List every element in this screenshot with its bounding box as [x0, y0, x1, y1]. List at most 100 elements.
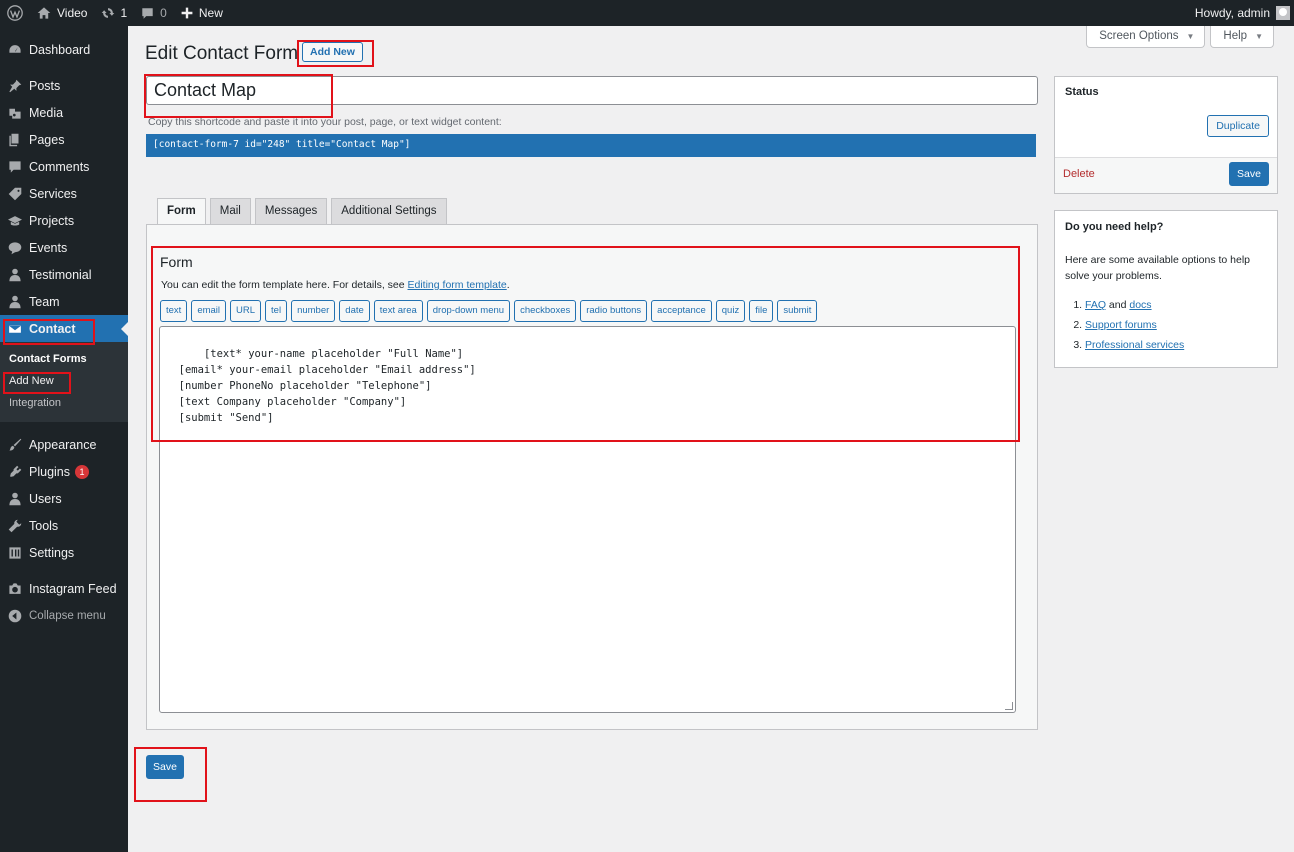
annotation-box: [3, 319, 95, 345]
docs-link[interactable]: docs: [1129, 299, 1151, 311]
comments-count: 0: [160, 6, 167, 20]
person-icon: [8, 268, 22, 282]
sidebar-item-label: Media: [29, 105, 64, 120]
sidebar-item-dashboard[interactable]: Dashboard: [0, 36, 128, 63]
sidebar-item-pages[interactable]: Pages: [0, 126, 128, 153]
wrench-icon: [8, 519, 22, 533]
collapse-menu-label: Collapse menu: [29, 609, 106, 622]
sidebar-item-projects[interactable]: Projects: [0, 207, 128, 234]
sidebar-item-label: Events: [29, 240, 68, 255]
updates-count: 1: [120, 6, 128, 20]
graduation-cap-icon: [8, 214, 22, 228]
sidebar-item-label: Users: [29, 491, 62, 506]
help-box-intro: Here are some available options to help …: [1065, 254, 1251, 282]
sidebar-item-instagram-feed[interactable]: Instagram Feed: [0, 575, 128, 602]
status-box-footer: Delete Save: [1055, 157, 1277, 193]
sidebar-item-label: Projects: [29, 213, 75, 228]
sidebar-item-label: Pages: [29, 132, 65, 147]
sidebar-item-label: Testimonial: [29, 267, 92, 282]
help-box: Do you need help? Here are some availabl…: [1054, 210, 1278, 368]
help-button[interactable]: Help ▼: [1210, 26, 1274, 48]
sidebar-item-team[interactable]: Team: [0, 288, 128, 315]
duplicate-button[interactable]: Duplicate: [1207, 115, 1269, 137]
shortcode-field[interactable]: [contact-form-7 id="248" title="Contact …: [146, 134, 1036, 157]
sidebar-item-settings[interactable]: Settings: [0, 539, 128, 566]
sidebar-item-posts[interactable]: Posts: [0, 72, 128, 99]
help-option-professional: Professional services: [1085, 335, 1267, 355]
site-name-link[interactable]: Video: [30, 0, 94, 26]
page-title: Edit Contact Form: [145, 43, 299, 64]
comments-link[interactable]: 0: [134, 0, 174, 26]
help-option-faq: FAQ and docs: [1085, 295, 1267, 315]
and-text: and: [1106, 299, 1130, 311]
collapse-arrow-icon: [8, 609, 22, 623]
status-box: Status Duplicate Delete Save: [1054, 76, 1278, 194]
sidebar-item-label: Services: [29, 186, 77, 201]
sidebar-item-label: Dashboard: [29, 42, 91, 57]
wordpress-logo-icon[interactable]: [0, 0, 30, 26]
resize-handle-icon[interactable]: [1005, 702, 1013, 710]
tab-mail[interactable]: Mail: [209, 198, 251, 224]
faq-link[interactable]: FAQ: [1085, 299, 1106, 311]
save-side-button[interactable]: Save: [1229, 162, 1269, 186]
sidebar-item-label: Plugins: [29, 464, 70, 479]
sidebar-item-label: Tools: [29, 518, 59, 533]
screen-options-button[interactable]: Screen Options ▼: [1086, 26, 1206, 48]
new-label: New: [198, 6, 223, 20]
sidebar-item-users[interactable]: Users: [0, 485, 128, 512]
annotation-box: [151, 246, 1020, 442]
sidebar-item-services[interactable]: Services: [0, 180, 128, 207]
status-box-title: Status: [1065, 86, 1099, 98]
tab-additional-settings[interactable]: Additional Settings: [331, 198, 447, 224]
sidebar-item-plugins[interactable]: Plugins 1: [0, 458, 128, 485]
caret-down-icon: ▼: [1255, 31, 1263, 41]
submenu-contact-forms[interactable]: Contact Forms: [0, 348, 128, 370]
support-forums-link[interactable]: Support forums: [1085, 319, 1157, 331]
annotation-box: [134, 747, 207, 802]
help-option-support: Support forums: [1085, 315, 1267, 335]
updates-link[interactable]: 1: [94, 0, 134, 26]
screen-meta-links: Screen Options ▼ Help ▼: [1086, 26, 1274, 48]
sidebar-item-label: Posts: [29, 78, 61, 93]
chat-icon: [8, 241, 22, 255]
delete-link[interactable]: Delete: [1063, 168, 1095, 180]
pages-icon: [8, 133, 22, 147]
professional-services-link[interactable]: Professional services: [1085, 339, 1184, 351]
admin-sidebar: Dashboard Posts Media Pages Comments Ser…: [0, 26, 128, 852]
brush-icon: [8, 438, 22, 452]
annotation-box: [297, 40, 374, 67]
dashboard-icon: [8, 43, 22, 57]
sidebar-item-label: Settings: [29, 545, 75, 560]
comment-icon: [8, 160, 22, 174]
comment-icon: [142, 7, 153, 19]
home-icon: [37, 7, 51, 19]
collapse-menu-button[interactable]: Collapse menu: [0, 602, 128, 629]
sidebar-item-label: Team: [29, 294, 60, 309]
sidebar-item-events[interactable]: Events: [0, 234, 128, 261]
admin-bar: Video 1 0 New Howdy, admin: [0, 0, 1294, 26]
tab-messages[interactable]: Messages: [254, 198, 328, 224]
screen-options-label: Screen Options: [1099, 30, 1179, 42]
annotation-box: [3, 372, 71, 394]
avatar: [1276, 6, 1290, 20]
submenu-integration[interactable]: Integration: [0, 392, 128, 414]
plus-icon: [181, 7, 193, 19]
account-menu[interactable]: Howdy, admin: [1188, 0, 1294, 26]
sidebar-item-tools[interactable]: Tools: [0, 512, 128, 539]
editor-tabs: Form Mail Messages Additional Settings: [157, 198, 447, 225]
help-label: Help: [1223, 30, 1248, 42]
refresh-icon: [102, 8, 115, 18]
camera-icon: [8, 582, 22, 596]
howdy-text: Howdy, admin: [1194, 6, 1270, 20]
new-content-link[interactable]: New: [174, 0, 230, 26]
pin-icon: [8, 79, 22, 93]
person-icon: [8, 295, 22, 309]
tag-icon: [8, 187, 22, 201]
sidebar-item-testimonial[interactable]: Testimonial: [0, 261, 128, 288]
plugins-update-badge: 1: [75, 464, 89, 479]
plug-icon: [8, 465, 22, 479]
sidebar-item-comments[interactable]: Comments: [0, 153, 128, 180]
tab-form[interactable]: Form: [157, 198, 206, 225]
sidebar-item-appearance[interactable]: Appearance: [0, 431, 128, 458]
sidebar-item-media[interactable]: Media: [0, 99, 128, 126]
